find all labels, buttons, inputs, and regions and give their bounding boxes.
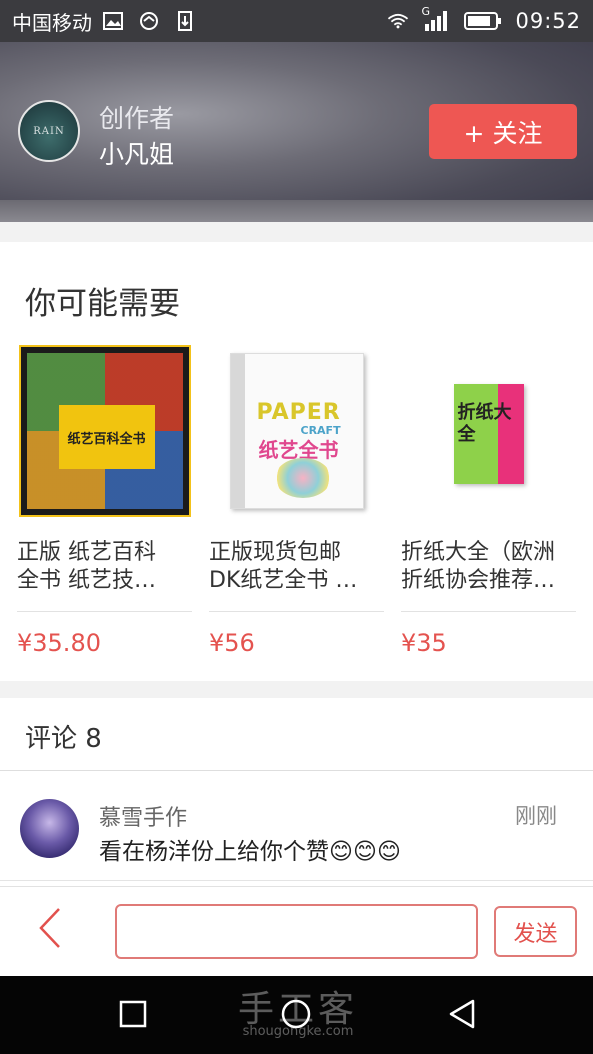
book-cover-paper-art: 纸艺百科全书: [18, 345, 191, 517]
header-bottom-band: [0, 200, 593, 222]
product-name-line1: 折纸大全（欧洲: [401, 540, 556, 565]
home-button[interactable]: [274, 994, 318, 1038]
triangle-back-icon: [447, 998, 477, 1034]
product-name-line2: 全书 纸艺技…: [17, 568, 156, 593]
product-card[interactable]: PAPER CRAFT 纸艺全书 正版现货包邮 DK纸艺全书 … ¥56: [209, 345, 384, 675]
network-type: G: [421, 5, 430, 18]
follow-button[interactable]: + 关注: [429, 104, 577, 159]
product-divider: [17, 611, 192, 612]
creator-role-label: 创作者: [99, 104, 175, 133]
recommendations-section: 你可能需要 纸艺百科全书 正版 纸艺百科 全书 纸艺技… ¥35.80 PAPE…: [0, 242, 593, 681]
comment-timestamp: 刚刚: [515, 804, 557, 828]
product-cover-image[interactable]: 纸艺百科全书: [17, 345, 192, 517]
avatar[interactable]: [20, 799, 79, 858]
sync-icon: [138, 11, 160, 31]
square-icon: [119, 1000, 147, 1032]
product-name-line1: 正版现货包邮: [209, 540, 342, 565]
product-price: ¥35.80: [17, 629, 101, 657]
status-bar: 中国移动 G 09:52: [0, 0, 593, 42]
circle-icon: [280, 998, 312, 1034]
signal-icon: G: [421, 5, 451, 31]
comment-input-bar: 发送: [0, 886, 593, 976]
book-cover-paper-craft: PAPER CRAFT 纸艺全书: [229, 353, 364, 509]
comment-input[interactable]: [115, 904, 478, 959]
comment-text: 看在杨洋份上给你个赞😊😊😊: [99, 839, 401, 865]
product-divider: [401, 611, 576, 612]
cover-title: 纸艺百科全书: [67, 431, 146, 447]
recommendations-title: 你可能需要: [25, 286, 180, 322]
product-name-line2: 折纸协会推荐…: [401, 568, 556, 593]
product-price: ¥56: [209, 629, 255, 657]
cover-quilling-art: [274, 458, 331, 498]
creator-header: RAIN 创作者 小凡姐 + 关注: [0, 42, 593, 222]
product-cover-image[interactable]: 折纸大全: [401, 345, 576, 517]
cover-title-band: 纸艺百科全书: [58, 405, 155, 469]
cover-title: 折纸大全: [457, 402, 512, 445]
comments-title: 评论 8: [25, 724, 102, 754]
comments-divider: [0, 770, 593, 771]
product-card[interactable]: 折纸大全 折纸大全（欧洲 折纸协会推荐… ¥35: [401, 345, 576, 675]
recent-apps-button[interactable]: [111, 994, 155, 1038]
product-cover-image[interactable]: PAPER CRAFT 纸艺全书: [209, 345, 384, 517]
wifi-icon: [387, 11, 409, 31]
product-name[interactable]: 正版 纸艺百科 全书 纸艺技…: [17, 539, 192, 595]
avatar-logo-text: RAIN: [33, 125, 65, 137]
cover-spine: [230, 354, 245, 508]
product-divider: [209, 611, 384, 612]
comments-section: 评论 8 慕雪手作 刚刚 看在杨洋份上给你个赞😊😊😊: [0, 698, 593, 886]
comment-author[interactable]: 慕雪手作: [99, 800, 187, 832]
product-price: ¥35: [401, 629, 447, 657]
book-cover-origami: 折纸大全: [453, 384, 524, 484]
product-name-line1: 正版 纸艺百科: [17, 540, 156, 565]
product-name[interactable]: 折纸大全（欧洲 折纸协会推荐…: [401, 539, 576, 595]
send-button[interactable]: 发送: [494, 906, 577, 957]
clock: 09:52: [515, 9, 581, 33]
cover-title-en: PAPER: [256, 400, 341, 425]
comment-divider: [0, 880, 593, 881]
product-name-line2: DK纸艺全书 …: [209, 568, 358, 593]
creator-name[interactable]: 小凡姐: [99, 135, 174, 171]
system-navigation-bar: 手工客 shougongke.com: [0, 976, 593, 1054]
image-icon: [102, 11, 124, 31]
product-card[interactable]: 纸艺百科全书 正版 纸艺百科 全书 纸艺技… ¥35.80: [17, 345, 192, 675]
download-icon: [174, 11, 196, 31]
creator-avatar[interactable]: RAIN: [18, 100, 80, 162]
back-button[interactable]: [28, 905, 72, 955]
back-nav-button[interactable]: [440, 994, 484, 1038]
chevron-left-icon: [38, 907, 62, 953]
carrier-name: 中国移动: [12, 10, 92, 35]
product-name[interactable]: 正版现货包邮 DK纸艺全书 …: [209, 539, 384, 595]
battery-icon: [463, 11, 503, 31]
